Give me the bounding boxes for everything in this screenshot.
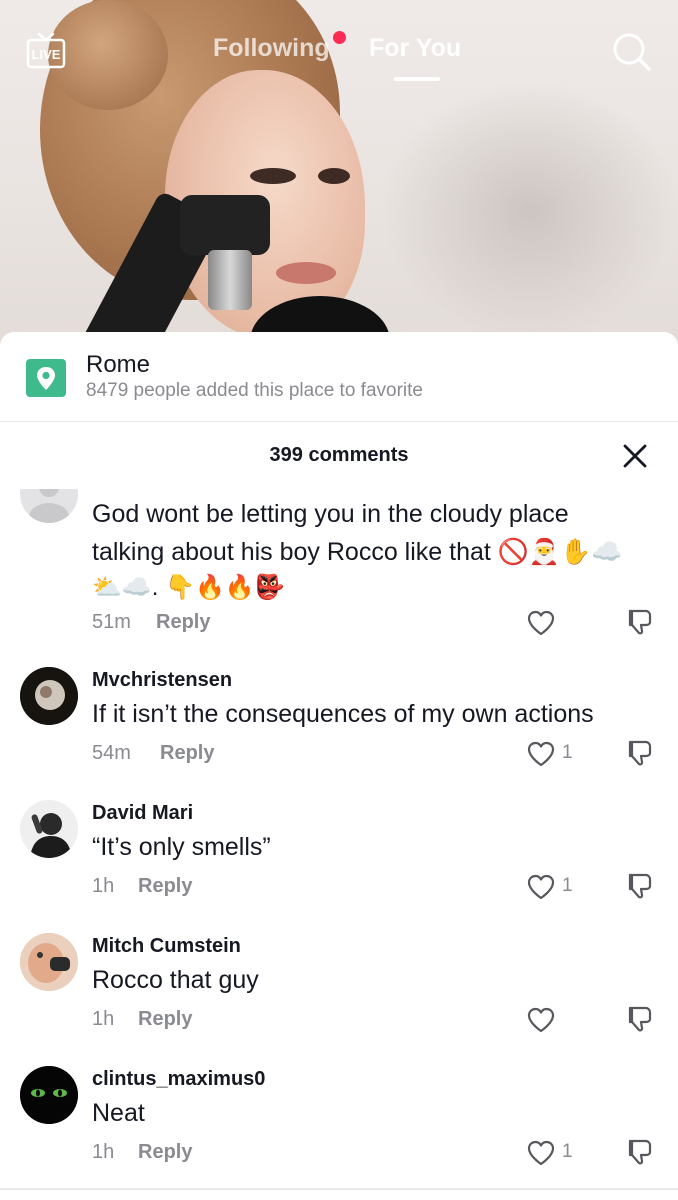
close-icon[interactable]	[622, 443, 648, 469]
avatar[interactable]	[20, 800, 78, 858]
avatar[interactable]	[20, 489, 78, 523]
heart-icon[interactable]	[527, 874, 555, 900]
comment-time: 1h	[92, 875, 115, 897]
reply-button[interactable]: Reply	[138, 1008, 192, 1031]
video-subject-lips	[276, 262, 336, 284]
comment-text: talking about his boy Rocco like that 🚫🎅…	[92, 538, 623, 566]
comment-time: 1h	[92, 1141, 115, 1163]
dislike-icon[interactable]	[626, 608, 654, 636]
comments-sheet: Rome 8479 people added this place to fav…	[0, 332, 678, 1200]
top-navigation: LIVE Following For You	[0, 0, 678, 100]
video-subject-eye	[318, 168, 350, 184]
video-background	[380, 80, 678, 340]
comment-text: If it isn’t the consequences of my own a…	[92, 700, 594, 728]
heart-icon[interactable]	[527, 1140, 555, 1166]
like-count: 1	[562, 875, 573, 896]
place-name: Rome	[86, 351, 151, 378]
search-icon[interactable]	[612, 32, 652, 72]
comment-username[interactable]: clintus_maximus0	[92, 1068, 265, 1091]
comment-text: God wont be letting you in the cloudy pl…	[92, 500, 569, 528]
place-favorites-count: 8479 people added this place to favorite	[86, 380, 423, 401]
tab-following[interactable]: Following	[213, 34, 330, 63]
comment-username[interactable]: Mitch Cumstein	[92, 935, 241, 958]
tab-for-you[interactable]: For You	[369, 34, 461, 63]
video-subject-eye	[250, 168, 296, 184]
heart-icon[interactable]	[527, 610, 555, 636]
dislike-icon[interactable]	[626, 1005, 654, 1033]
reply-button[interactable]: Reply	[138, 1141, 192, 1164]
comment-text: ⛅☁️. 👇🔥🔥👺	[92, 574, 285, 601]
location-pin-icon	[26, 359, 66, 397]
reply-button[interactable]: Reply	[156, 611, 210, 634]
bottom-divider	[0, 1188, 678, 1190]
heart-icon[interactable]	[527, 741, 555, 767]
comments-header: 399 comments	[0, 423, 678, 489]
dislike-icon[interactable]	[626, 1138, 654, 1166]
video-player[interactable]: LIVE Following For You	[0, 0, 678, 360]
active-tab-indicator	[394, 77, 440, 81]
comment-item: David Mari “It’s only smells” 1h Reply 1	[0, 800, 678, 920]
notification-dot	[333, 31, 346, 44]
microphone-clamp	[180, 195, 270, 255]
avatar[interactable]	[20, 667, 78, 725]
reply-button[interactable]: Reply	[160, 742, 214, 765]
comment-text: Rocco that guy	[92, 966, 259, 994]
live-label: LIVE	[32, 47, 61, 62]
comment-text: “It’s only smells”	[92, 833, 271, 861]
microphone-knob	[208, 250, 252, 310]
comments-count: 399 comments	[269, 444, 409, 466]
comment-text: Neat	[92, 1099, 145, 1127]
dislike-icon[interactable]	[626, 739, 654, 767]
live-tv-icon[interactable]: LIVE	[26, 32, 66, 70]
comment-item: clintus_maximus0 Neat 1h Reply 1	[0, 1066, 678, 1186]
comment-item: God wont be letting you in the cloudy pl…	[0, 489, 678, 639]
comment-item: Mvchristensen If it isn’t the consequenc…	[0, 667, 678, 787]
reply-button[interactable]: Reply	[138, 875, 192, 898]
place-banner[interactable]: Rome 8479 people added this place to fav…	[0, 332, 678, 422]
comment-time: 51m	[92, 611, 131, 633]
comment-username[interactable]: David Mari	[92, 802, 193, 825]
comment-item: Mitch Cumstein Rocco that guy 1h Reply	[0, 933, 678, 1053]
heart-icon[interactable]	[527, 1007, 555, 1033]
comment-time: 54m	[92, 742, 131, 764]
avatar[interactable]	[20, 933, 78, 991]
like-count: 1	[562, 742, 573, 763]
dislike-icon[interactable]	[626, 872, 654, 900]
avatar[interactable]	[20, 1066, 78, 1124]
comment-time: 1h	[92, 1008, 115, 1030]
comment-username[interactable]: Mvchristensen	[92, 669, 232, 692]
comments-list[interactable]: God wont be letting you in the cloudy pl…	[0, 489, 678, 1200]
like-count: 1	[562, 1141, 573, 1162]
